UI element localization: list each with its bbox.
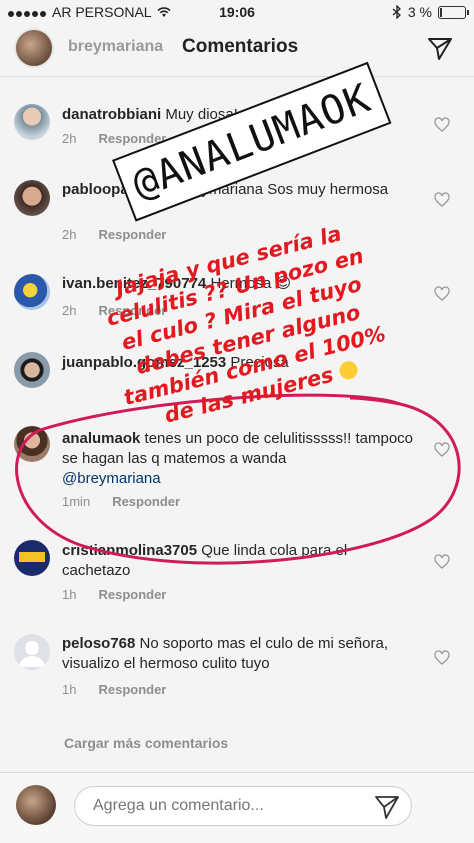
comment-body: Muy diosa! [165,106,238,123]
comment-meta: 2h Responder [62,227,166,242]
club-badge-icon [19,552,45,562]
comment-username[interactable]: juanpablo.gomez_1253 [62,354,226,371]
reply-button[interactable]: Responder [98,587,166,602]
header-divider [0,76,474,77]
send-icon[interactable] [374,794,400,820]
comment-body: Preciosa [230,354,289,371]
comment-username[interactable]: peloso768 [62,635,135,652]
status-right: 3 % [392,4,469,20]
comment-username[interactable]: cristianmolina3705 [62,542,197,559]
my-avatar [16,785,56,825]
comment-username[interactable]: danatrobbiani [62,106,161,123]
heart-icon[interactable] [434,286,450,302]
status-bar: AR PERSONAL 19:06 3 % [0,0,474,24]
highlight-circle [15,393,461,565]
comment-input[interactable] [74,786,412,826]
avatar[interactable] [14,540,50,576]
reply-button[interactable]: Responder [98,227,166,242]
heart-icon[interactable] [434,442,450,458]
avatar[interactable] [14,352,50,388]
reply-button[interactable]: Responder [98,303,166,318]
avatar[interactable] [14,426,50,462]
avatar[interactable] [14,104,50,140]
story-overlay: @ANALUMAOK Jajaja y que sería la celulit… [0,0,474,842]
direct-send-icon[interactable] [426,34,454,62]
comment-age: 2h [62,131,77,146]
comment-text: analumaok tenes un poco de celulitisssss… [62,429,414,489]
heart-icon[interactable] [434,192,450,208]
comment-age: 2h [62,227,77,242]
comment-meta: 1h Responder [62,587,166,602]
battery-icon [438,5,469,19]
comments-header: breymariana 19h Comentarios [0,24,474,70]
overlay-text-body: Jajaja y que sería la celulitis ?? Un po… [104,221,389,428]
mention-link[interactable]: @breymariana [62,470,161,487]
overlay-text: Jajaja y que sería la celulitis ?? Un po… [94,216,395,439]
story-username[interactable]: breymariana [68,38,163,56]
comment-meta: 1h Responder [62,682,166,697]
comment-meta: 1min Responder [62,494,180,509]
story-avatar[interactable] [14,28,54,68]
comment-text: pabloopabloo @breymariana Sos muy hermos… [62,180,414,200]
reply-button[interactable]: Responder [98,131,166,146]
comment-age: 1h [62,587,77,602]
page-title: Comentarios [178,36,303,58]
comment-meta: 2h Responder [62,303,166,318]
load-more-comments[interactable]: Cargar más comentarios [64,735,228,751]
comment-text: peloso768 No soporto mas el culo de mi s… [62,634,414,674]
reply-button[interactable]: Responder [98,682,166,697]
comment-text: danatrobbiani Muy diosa! [62,105,414,125]
comment-age: 1h [62,682,77,697]
comment-age: 2h [62,303,77,318]
comment-username[interactable]: ivan.benitez_790774 [62,275,206,292]
comment-username[interactable]: analumaok [62,430,140,447]
comment-meta: 2h Responder [62,131,166,146]
comment-age: 1min [62,494,91,509]
avatar[interactable] [14,634,50,670]
heart-icon[interactable] [434,650,450,666]
avatar[interactable] [14,274,50,310]
default-avatar-icon [19,641,45,667]
comment-text: juanpablo.gomez_1253 Preciosa [62,353,414,373]
reply-button[interactable]: Responder [112,494,180,509]
comment-body: @breymariana Sos muy hermosa [164,181,389,198]
comment-username[interactable]: pabloopabloo [62,181,160,198]
comment-text: ivan.benitez_790774 Hermosa 😍 [62,274,414,294]
comment-text: cristianmolina3705 Que linda cola para e… [62,541,414,581]
battery-percent: 3 % [407,4,432,20]
heart-icon[interactable] [434,117,450,133]
avatar[interactable] [14,180,50,216]
comment-composer [0,772,474,843]
comment-body: Hermosa 😍 [210,275,292,292]
heart-icon[interactable] [434,554,450,570]
bluetooth-icon [392,5,401,19]
